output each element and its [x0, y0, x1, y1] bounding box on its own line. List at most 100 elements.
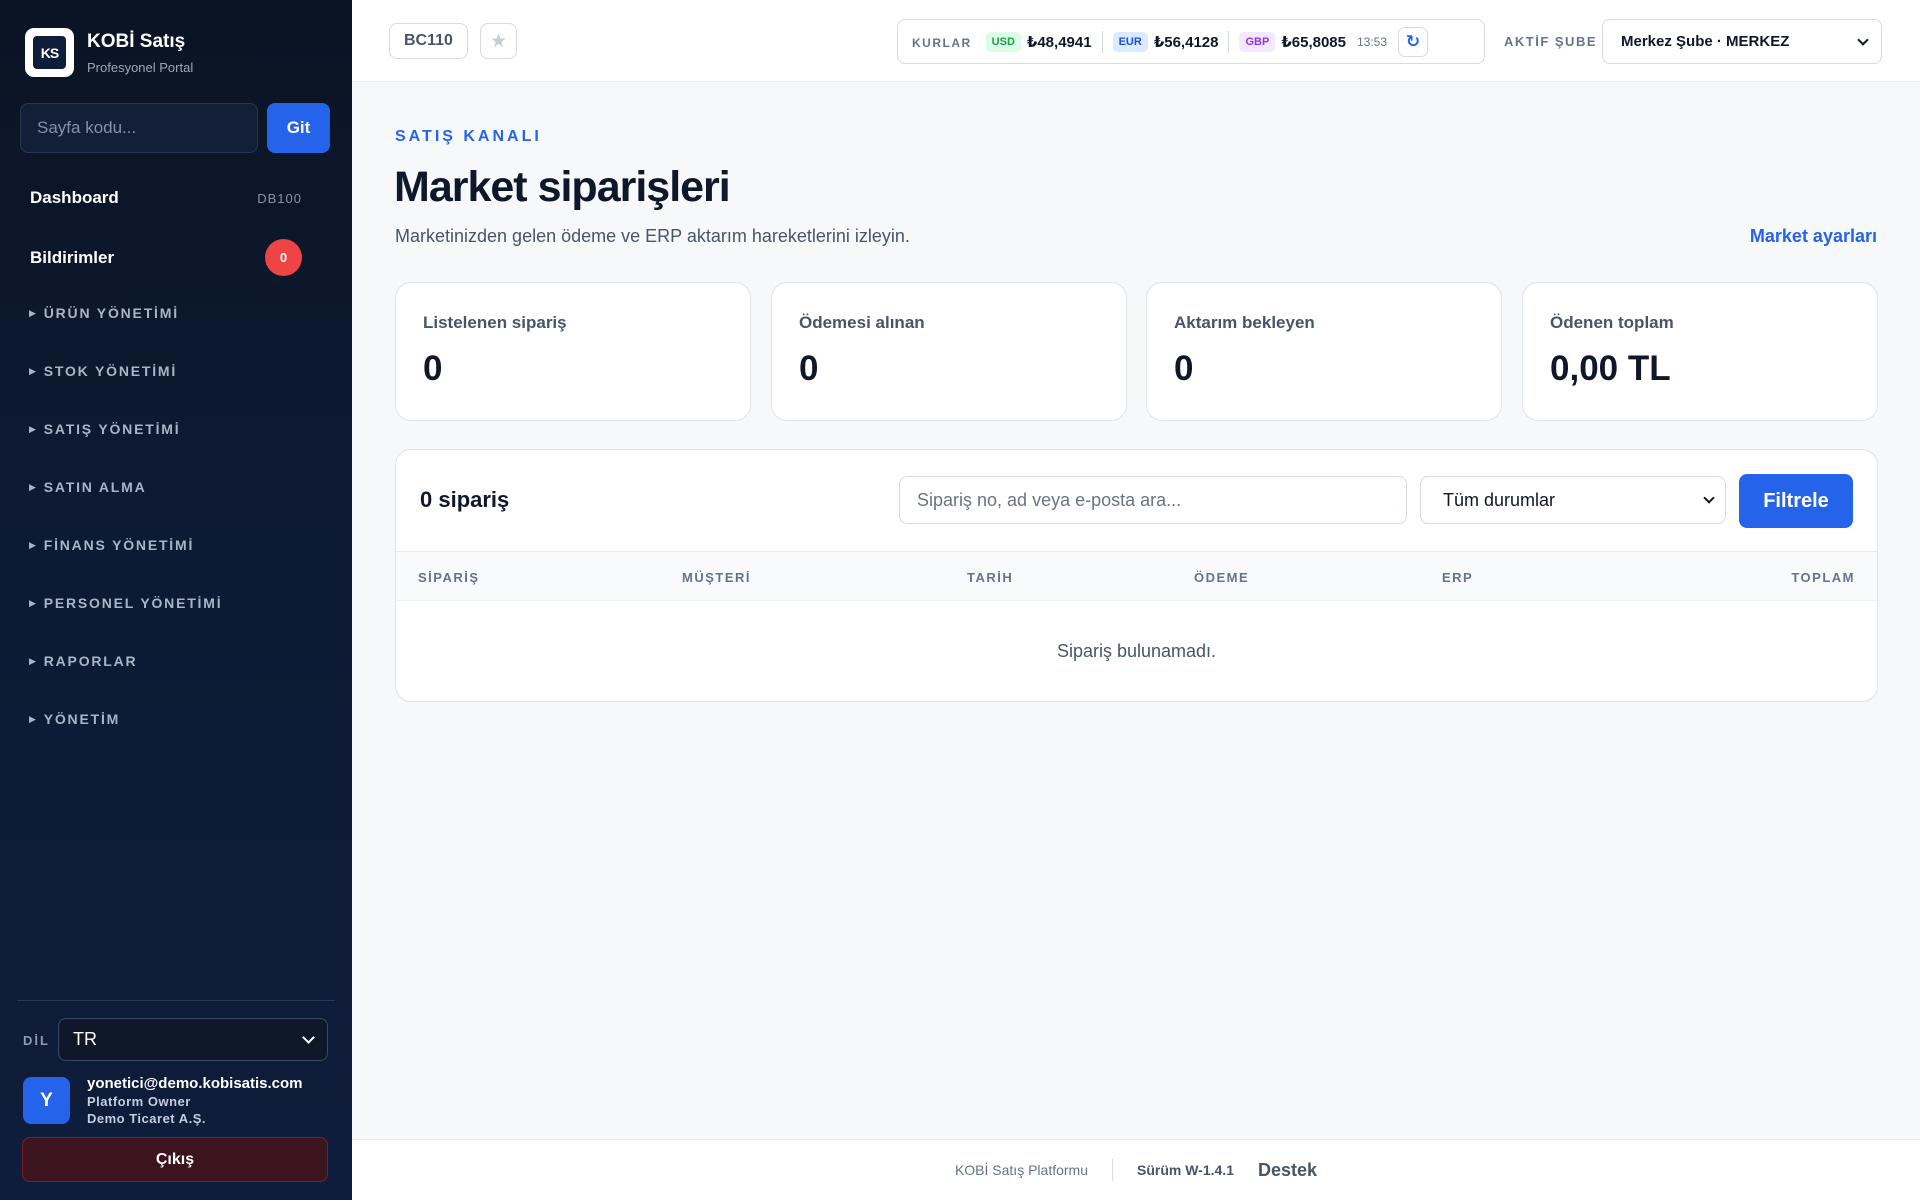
status-select[interactable]: Tüm durumlar	[1420, 476, 1726, 524]
user-role: Platform Owner	[87, 1094, 191, 1109]
empty-state: Sipariş bulunamadı.	[1056, 641, 1217, 661]
sidebar-group-label: ÜRÜN YÖNETİMİ	[43, 305, 179, 321]
column-header-total[interactable]: TOPLAM	[1791, 570, 1855, 585]
logo: KS	[25, 28, 74, 77]
favorite-star-icon[interactable]: ★	[480, 23, 517, 59]
footer: KOBİ Satış Platformu Sürüm W-1.4.1 Deste…	[352, 1139, 1920, 1200]
language-select[interactable]: TR	[58, 1018, 328, 1061]
currency-value: ₺56,4128	[1153, 33, 1219, 51]
chevron-down-icon	[1703, 492, 1715, 504]
sidebar-group-sales[interactable]: ▶ SATIŞ YÖNETİMİ	[29, 421, 180, 437]
column-header-payment[interactable]: ÖDEME	[1194, 570, 1249, 585]
caret-right-icon: ▶	[29, 539, 38, 550]
stat-card-pending-transfer: Aktarım bekleyen 0	[1146, 282, 1502, 421]
orders-count: 0 sipariş	[420, 487, 510, 512]
caret-right-icon: ▶	[29, 655, 38, 666]
sidebar-group-admin[interactable]: ▶ YÖNETİM	[29, 711, 120, 727]
branch-value: Merkez Şube · MERKEZ	[1621, 33, 1790, 50]
branch-select[interactable]: Merkez Şube · MERKEZ	[1602, 19, 1882, 64]
column-header-customer[interactable]: MÜŞTERİ	[682, 570, 751, 585]
currency-value: ₺65,8085	[1281, 33, 1346, 51]
sidebar-group-finance[interactable]: ▶ FİNANS YÖNETİMİ	[29, 537, 194, 553]
section-eyebrow: SATIŞ KANALI	[395, 128, 542, 145]
page-subtitle: Marketinizden gelen ödeme ve ERP aktarım…	[395, 226, 910, 246]
sidebar-group-label: PERSONEL YÖNETİMİ	[43, 595, 223, 611]
stat-label: Listelenen sipariş	[423, 313, 567, 332]
rates-timestamp: 13:53	[1357, 34, 1388, 49]
market-settings-link[interactable]: Market ayarları	[1750, 226, 1877, 247]
logo-mark: KS	[33, 36, 66, 69]
stat-value: 0	[1174, 349, 1194, 388]
footer-version: Sürüm W-1.4.1	[1137, 1162, 1234, 1178]
support-link[interactable]: Destek	[1258, 1160, 1317, 1181]
stat-card-paid-total: Ödenen toplam 0,00 TL	[1522, 282, 1878, 421]
sidebar-divider	[17, 1000, 335, 1001]
currency-value: ₺48,4941	[1026, 33, 1092, 51]
brand-name: KOBİ Satış	[87, 30, 186, 52]
user-company: Demo Ticaret A.Ş.	[87, 1111, 207, 1126]
sidebar-group-stock[interactable]: ▶ STOK YÖNETİMİ	[29, 363, 177, 379]
sidebar-item-dashboard[interactable]: Dashboard DB100	[30, 188, 302, 208]
sidebar-group-label: SATIŞ YÖNETİMİ	[43, 421, 181, 437]
caret-right-icon: ▶	[29, 365, 38, 376]
user-email: yonetici@demo.kobisatis.com	[87, 1075, 303, 1092]
footer-brand: KOBİ Satış Platformu	[954, 1162, 1089, 1178]
caret-right-icon: ▶	[29, 597, 38, 608]
rates-label: KURLAR	[912, 36, 972, 50]
divider	[1228, 30, 1230, 53]
page-code-label: DB100	[257, 190, 302, 206]
column-header-erp[interactable]: ERP	[1442, 570, 1473, 585]
rate-eur: EUR ₺56,4128	[1112, 31, 1219, 52]
caret-right-icon: ▶	[29, 713, 38, 724]
chevron-down-icon	[1857, 33, 1869, 46]
stat-label: Ödenen toplam	[1550, 313, 1674, 332]
brand[interactable]: KS KOBİ Satış Profesyonel Portal	[25, 28, 193, 77]
caret-right-icon: ▶	[29, 423, 38, 434]
caret-right-icon: ▶	[29, 307, 38, 318]
sidebar: KS KOBİ Satış Profesyonel Portal Git Das…	[0, 0, 352, 1200]
sidebar-group-label: STOK YÖNETİMİ	[43, 363, 178, 379]
sidebar-group-product[interactable]: ▶ ÜRÜN YÖNETİMİ	[29, 305, 179, 321]
sidebar-item-label: Bildirimler	[30, 247, 115, 267]
rate-usd: USD ₺48,4941	[985, 31, 1092, 52]
page-code-search: Git	[20, 103, 330, 153]
sidebar-item-notifications[interactable]: Bildirimler 0	[30, 239, 302, 276]
page-code-input[interactable]	[20, 103, 258, 153]
sidebar-group-label: RAPORLAR	[43, 653, 138, 669]
sidebar-group-label: SATIN ALMA	[43, 479, 147, 495]
column-header-date[interactable]: TARİH	[967, 570, 1013, 585]
filter-button[interactable]: Filtrele	[1739, 474, 1853, 528]
sidebar-group-reports[interactable]: ▶ RAPORLAR	[29, 653, 137, 669]
table-header: SİPARİŞ MÜŞTERİ TARİH ÖDEME ERP TOPLAM	[396, 551, 1877, 601]
topbar: BC110 ★ KURLAR USD ₺48,4941 EUR ₺56,4128…	[352, 0, 1920, 82]
stat-card-listed: Listelenen sipariş 0	[395, 282, 751, 421]
rate-gbp: GBP ₺65,8085	[1239, 31, 1346, 52]
sidebar-group-purchasing[interactable]: ▶ SATIN ALMA	[29, 479, 147, 495]
stat-value: 0	[423, 349, 443, 388]
column-header-order[interactable]: SİPARİŞ	[418, 570, 480, 585]
sidebar-group-personnel[interactable]: ▶ PERSONEL YÖNETİMİ	[29, 595, 222, 611]
stat-label: Aktarım bekleyen	[1174, 313, 1315, 332]
language-label: DİL	[23, 1033, 50, 1048]
logout-button[interactable]: Çıkış	[22, 1137, 328, 1182]
page-code-chip[interactable]: BC110	[389, 23, 468, 59]
notification-count-badge: 0	[265, 239, 302, 276]
branch-label: AKTİF ŞUBE	[1504, 34, 1597, 49]
user-info: yonetici@demo.kobisatis.com Platform Own…	[87, 1075, 303, 1126]
refresh-icon[interactable]: ↻	[1398, 26, 1429, 57]
stat-value: 0	[799, 349, 819, 388]
orders-panel: 0 sipariş Tüm durumlar Filtrele SİPARİŞ …	[395, 449, 1878, 702]
sidebar-item-label: Dashboard	[30, 188, 119, 207]
go-button[interactable]: Git	[267, 103, 330, 153]
currency-tag: GBP	[1239, 31, 1276, 52]
avatar: Y	[23, 1077, 70, 1124]
divider	[1101, 30, 1103, 53]
brand-subtitle: Profesyonel Portal	[87, 59, 194, 75]
sidebar-group-label: YÖNETİM	[43, 711, 121, 727]
status-value: Tüm durumlar	[1443, 489, 1556, 510]
order-search-input[interactable]	[899, 476, 1407, 524]
sidebar-group-label: FİNANS YÖNETİMİ	[43, 537, 195, 553]
stat-label: Ödemesi alınan	[799, 313, 925, 332]
exchange-rates: KURLAR USD ₺48,4941 EUR ₺56,4128 GBP ₺65…	[897, 19, 1485, 64]
page-title: Market siparişleri	[394, 163, 731, 211]
